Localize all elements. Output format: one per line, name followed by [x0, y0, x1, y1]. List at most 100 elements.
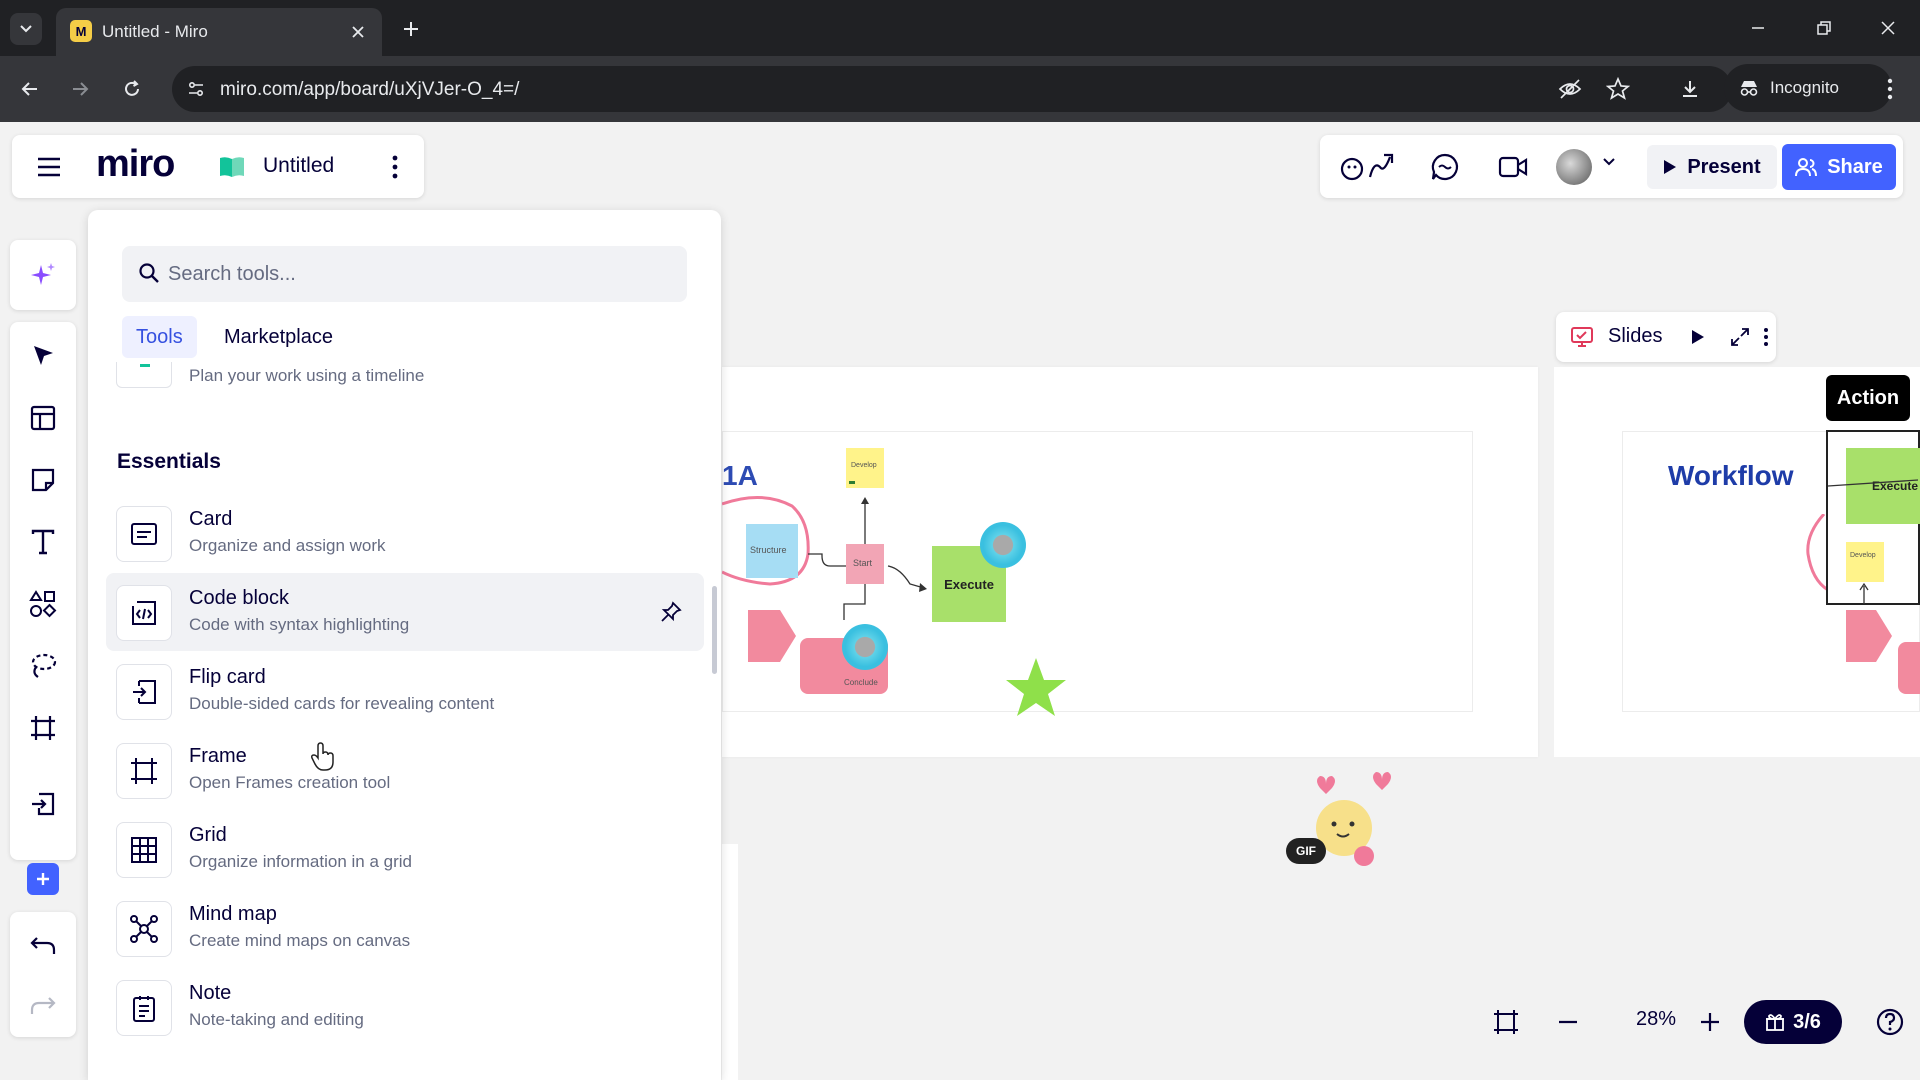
tab-close-button[interactable]: [346, 20, 370, 44]
gif-badge: GIF: [1286, 838, 1326, 864]
tool-item-flip-card[interactable]: Flip card Double-sided cards for reveali…: [106, 652, 704, 730]
url-text[interactable]: miro.com/app/board/uXjVJer-O_4=/: [220, 79, 519, 101]
slides-label[interactable]: Slides: [1608, 325, 1662, 348]
forward-button[interactable]: [64, 73, 96, 105]
zoom-out-button[interactable]: [1550, 1004, 1586, 1040]
browser-tab[interactable]: M Untitled - Miro: [56, 8, 382, 56]
minimize-icon: [1752, 27, 1764, 29]
tool-item-card[interactable]: Card Organize and assign work: [106, 494, 704, 572]
tool-item-mind-map[interactable]: Mind map Create mind maps on canvas: [106, 889, 704, 967]
board-title[interactable]: Untitled: [263, 154, 334, 178]
close-icon: [352, 26, 364, 38]
tab-search-button[interactable]: [10, 13, 42, 45]
browser-menu-button[interactable]: [1874, 73, 1906, 105]
grid-icon: [116, 822, 172, 878]
sticky-note-icon[interactable]: [23, 460, 63, 500]
new-tab-button[interactable]: [396, 14, 426, 44]
ai-sparkle-icon[interactable]: [23, 255, 63, 295]
shapes-icon[interactable]: [23, 584, 63, 624]
chevron-down-icon: [20, 25, 32, 33]
tool-description: Note-taking and editing: [189, 1010, 364, 1029]
fit-to-screen-button[interactable]: [1488, 1004, 1524, 1040]
board-more-button[interactable]: [382, 151, 408, 183]
main-menu-button[interactable]: [34, 152, 64, 182]
timeline-description: Plan your work using a timeline: [189, 366, 425, 385]
tool-item-note[interactable]: Note Note-taking and editing: [106, 968, 704, 1046]
speech-bubble-shape[interactable]: [1804, 514, 1828, 594]
tool-item-frame[interactable]: Frame Open Frames creation tool: [106, 731, 704, 809]
panel-scrollbar[interactable]: [712, 586, 717, 674]
redo-icon[interactable]: [23, 986, 63, 1026]
bookmark-star-icon[interactable]: [1606, 77, 1630, 101]
minimize-button[interactable]: [1740, 12, 1776, 44]
video-icon[interactable]: [1496, 150, 1530, 184]
frame-icon[interactable]: [23, 708, 63, 748]
timeline-icon[interactable]: [116, 362, 172, 388]
downloads-button[interactable]: [1674, 73, 1706, 105]
user-avatar[interactable]: [1556, 149, 1592, 185]
expand-slides-button[interactable]: [1728, 325, 1752, 349]
slide-counter[interactable]: 3/6: [1744, 1000, 1842, 1044]
help-button[interactable]: [1872, 1004, 1908, 1040]
shape-rounded[interactable]: [1898, 642, 1920, 694]
tool-item-code-block[interactable]: Code block Code with syntax highlighting: [106, 573, 704, 651]
board-header: miro Untitled: [12, 135, 424, 198]
site-settings-icon[interactable]: [182, 75, 210, 103]
sticky-note[interactable]: Develop: [846, 448, 884, 488]
lasso-icon[interactable]: [23, 646, 63, 686]
play-slides-button[interactable]: [1686, 325, 1710, 349]
close-window-button[interactable]: [1870, 12, 1906, 44]
slides-icon[interactable]: [1570, 325, 1594, 349]
search-box[interactable]: [122, 246, 687, 302]
address-bar[interactable]: miro.com/app/board/uXjVJer-O_4=/: [172, 66, 1732, 112]
star-shape[interactable]: [1004, 656, 1068, 720]
text-icon[interactable]: [23, 522, 63, 562]
share-button[interactable]: Share: [1782, 144, 1896, 190]
undo-icon[interactable]: [23, 926, 63, 966]
frame-preview-popup[interactable]: Execute Develop: [1826, 430, 1920, 605]
pin-icon[interactable]: [660, 601, 682, 623]
miro-logo[interactable]: miro: [96, 143, 175, 186]
eye-off-icon[interactable]: [1558, 78, 1582, 100]
arrow-shape[interactable]: [1846, 610, 1892, 662]
zoom-in-button[interactable]: [1692, 1004, 1728, 1040]
present-button[interactable]: Present: [1647, 145, 1777, 189]
incognito-indicator[interactable]: Incognito: [1724, 64, 1892, 112]
screen: M Untitled - Miro miro.com/app/board/uXj…: [0, 0, 1920, 1080]
tool-item-grid[interactable]: Grid Organize information in a grid: [106, 810, 704, 888]
frame-heading[interactable]: Workflow: [1668, 460, 1793, 492]
collaboration-toolbar: Present Share: [1320, 135, 1903, 198]
search-icon: [138, 262, 160, 284]
tab-marketplace[interactable]: Marketplace: [210, 316, 347, 358]
sticky-label: Develop: [1850, 552, 1876, 559]
frame-icon: [116, 743, 172, 799]
slides-more-button[interactable]: [1754, 325, 1778, 349]
tools-panel: Tools Marketplace Plan your work using a…: [88, 210, 721, 1080]
sticky-note[interactable]: Structure: [746, 524, 798, 578]
history-tool-group: [10, 912, 76, 1037]
chevron-down-icon[interactable]: [1602, 157, 1616, 167]
collaborator-avatar[interactable]: [980, 522, 1026, 568]
collaborator-avatar[interactable]: [842, 624, 888, 670]
minus-icon: [1559, 1020, 1577, 1024]
zoom-level[interactable]: 28%: [1636, 1008, 1676, 1031]
gif-sticker[interactable]: GIF: [1280, 756, 1408, 878]
comments-icon[interactable]: [1428, 150, 1462, 184]
reactions-icon[interactable]: [1340, 150, 1402, 184]
tab-tools[interactable]: Tools: [122, 316, 197, 358]
more-tools-button[interactable]: [23, 812, 63, 852]
miro-favicon-icon: M: [70, 20, 92, 42]
frame-title-tag[interactable]: Action: [1826, 375, 1910, 421]
templates-icon[interactable]: [23, 398, 63, 438]
search-input[interactable]: [168, 246, 668, 302]
restore-button[interactable]: [1806, 12, 1842, 44]
back-button[interactable]: [14, 73, 46, 105]
sticky-note[interactable]: Start: [846, 544, 884, 584]
select-icon[interactable]: [23, 336, 63, 376]
frame-heading[interactable]: 1A: [722, 460, 758, 492]
arrow-shape[interactable]: [748, 610, 796, 662]
reload-button[interactable]: [116, 73, 148, 105]
users-icon: [1795, 158, 1818, 177]
plus-icon[interactable]: [27, 863, 59, 895]
hand-cursor-icon: [310, 742, 338, 772]
